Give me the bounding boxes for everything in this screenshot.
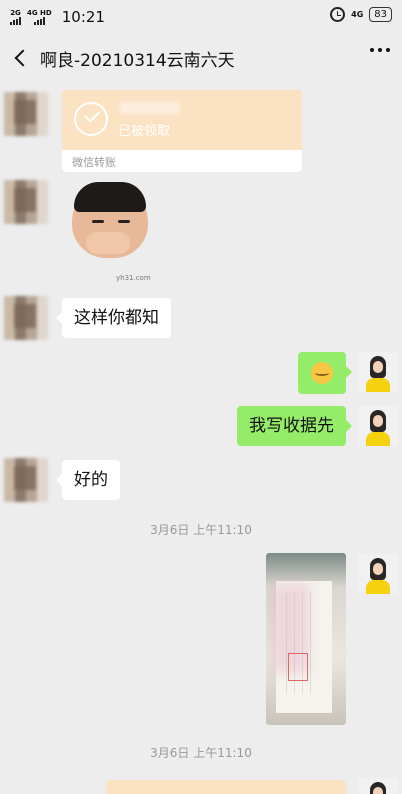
network-indicator: 4G: [351, 10, 364, 19]
back-icon[interactable]: [0, 34, 40, 82]
photo-message[interactable]: [266, 553, 346, 725]
my-avatar[interactable]: [358, 352, 398, 392]
contact-avatar[interactable]: [4, 180, 48, 224]
status-right: 4G 83: [330, 7, 392, 22]
sent-emoji-message[interactable]: [298, 352, 352, 394]
network-label: 4G HD: [27, 9, 52, 17]
transfer-source: 微信转账: [62, 150, 302, 172]
sent-message[interactable]: 我写收据先: [237, 406, 352, 446]
more-icon[interactable]: [370, 48, 390, 52]
chat-header: 啊良-20210314云南六天: [0, 34, 402, 82]
check-circle-icon: [74, 102, 108, 136]
signal-2g: 2G: [10, 9, 21, 25]
received-message[interactable]: 好的: [56, 460, 120, 500]
received-message[interactable]: 这样你都知: [56, 298, 171, 338]
sticker-caption: yh31.com: [116, 274, 151, 282]
status-bar: 2G 4G HD 10:21 4G 83: [0, 0, 402, 34]
signal-4g: 4G HD: [27, 9, 52, 25]
message-timestamp: 3月6日 上午11:10: [150, 746, 252, 760]
contact-avatar[interactable]: [4, 458, 48, 502]
sticker-image[interactable]: yh31.com: [68, 180, 158, 284]
transfer-card-partial[interactable]: [106, 780, 346, 794]
signal-bars-icon: [10, 17, 21, 25]
my-avatar[interactable]: [358, 554, 398, 594]
my-avatar[interactable]: [358, 406, 398, 446]
my-avatar[interactable]: [358, 778, 398, 794]
transfer-status: 已被领取: [118, 124, 171, 139]
message-timestamp: 3月6日 上午11:10: [150, 523, 252, 537]
blurred-amount: [120, 102, 180, 114]
transfer-card[interactable]: 已被领取 微信转账: [62, 90, 302, 172]
contact-avatar[interactable]: [4, 296, 48, 340]
battery-indicator: 83: [369, 7, 392, 22]
smiling-face-icon: [311, 362, 333, 384]
network-label: 2G: [10, 9, 21, 17]
status-time: 10:21: [61, 8, 105, 26]
contact-avatar[interactable]: [4, 92, 48, 136]
signal-bars-icon: [33, 17, 45, 25]
alarm-icon: [330, 7, 346, 22]
chat-title: 啊良-20210314云南六天: [40, 50, 235, 71]
